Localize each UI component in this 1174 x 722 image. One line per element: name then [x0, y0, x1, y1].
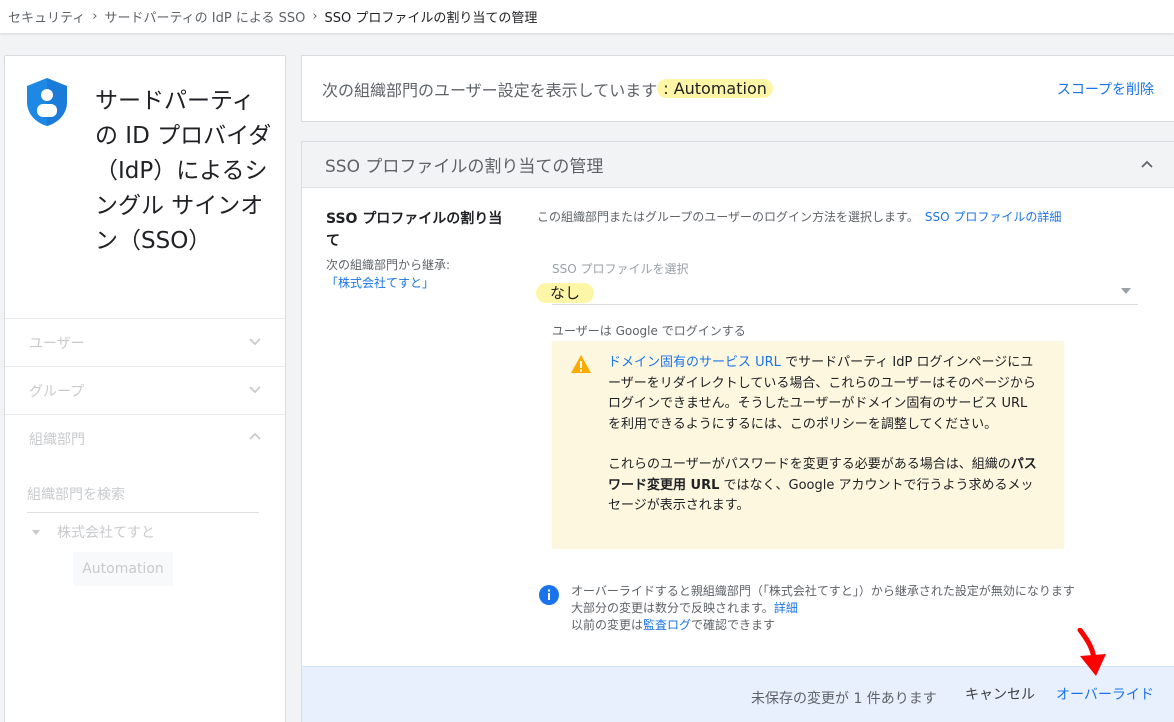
domain-service-url-link[interactable]: ドメイン固有のサービス URL [608, 355, 781, 370]
inherit-label: 次の組織部門から継承: [326, 258, 451, 272]
app-header: サードパーティの ID プロバイダ（IdP）によるシングル サインオン（SSO） [5, 56, 285, 318]
tree-item-label: 株式会社てすと [57, 525, 155, 541]
settings-card: SSO プロファイルの割り当ての管理 SSO プロファイルの割り当て 次の組織部… [301, 141, 1174, 722]
scope-org-highlight: : Automation [657, 79, 773, 98]
scope-banner: 次の組織部門のユーザー設定を表示しています : Automation スコープを… [301, 55, 1174, 122]
app-title: サードパーティの ID プロバイダ（IdP）によるシングル サインオン（SSO） [95, 88, 272, 254]
sidebar-item-users[interactable]: ユーザー [5, 318, 285, 366]
login-mode-label: ユーザーは Google でログインする [552, 324, 746, 338]
unsaved-changes-bar: 未保存の変更が 1 件あります キャンセル オーバーライド [302, 666, 1174, 722]
cancel-button[interactable]: キャンセル [965, 684, 1035, 704]
tree-item-automation[interactable]: Automation [73, 552, 173, 586]
sidebar-item-groups[interactable]: グループ [5, 366, 285, 414]
breadcrumb-third-party-sso[interactable]: サードパーティの IdP による SSO [104, 7, 305, 26]
breadcrumb: セキュリティ › サードパーティの IdP による SSO › SSO プロファ… [0, 0, 1174, 33]
chevron-right-icon: › [92, 9, 98, 24]
override-button[interactable]: オーバーライド [1056, 684, 1154, 704]
setting-description: この組織部門またはグループのユーザーのログイン方法を選択します。 SSO プロファ… [537, 208, 1061, 225]
info-line-3a: 以前の変更は [571, 618, 644, 632]
info-line-2-text: 大部分の変更は数分で反映されます。 [571, 601, 774, 615]
sso-profile-details-link[interactable]: SSO プロファイルの詳細 [925, 210, 1062, 224]
card-header[interactable]: SSO プロファイルの割り当ての管理 [302, 142, 1174, 188]
org-unit-search-input[interactable]: 組織部門を検索 [27, 484, 259, 513]
warning-box: ドメイン固有のサービス URL でサードパーティ IdP ログインページにユーザ… [552, 341, 1064, 549]
select-underline [552, 304, 1138, 305]
info-line-2: 大部分の変更は数分で反映されます。詳細 [571, 600, 1075, 617]
annotation-arrow-icon [1077, 628, 1106, 676]
sso-profile-select[interactable]: なし [536, 282, 595, 303]
scope-label: 次の組織部門のユーザー設定を表示しています [322, 80, 658, 100]
audit-log-link[interactable]: 監査ログ [643, 618, 691, 632]
tree-item-root[interactable]: 株式会社てすと [31, 522, 155, 542]
info-line-3: 以前の変更は監査ログで確認できます [571, 617, 1075, 634]
sidebar-item-label: ユーザー [29, 335, 85, 352]
chevron-down-icon [249, 338, 261, 346]
card-title: SSO プロファイルの割り当ての管理 [325, 157, 604, 177]
description-text: この組織部門またはグループのユーザーのログイン方法を選択します。 [537, 210, 919, 224]
setting-title: SSO プロファイルの割り当て [326, 211, 503, 249]
sidebar-item-label: グループ [29, 383, 85, 400]
warning-icon [571, 355, 591, 373]
sidebar: サードパーティの ID プロバイダ（IdP）によるシングル サインオン（SSO）… [4, 55, 286, 722]
info-line-3b: で確認できます [691, 618, 776, 632]
shield-user-icon [27, 78, 67, 126]
scope-colon: : [663, 79, 669, 98]
dropdown-arrow-icon[interactable] [1120, 287, 1132, 295]
select-label: SSO プロファイルを選択 [552, 262, 689, 276]
warning-text-2a: これらのユーザーがパスワードを変更する必要がある場合は、組織の [608, 457, 1011, 472]
info-icon [539, 585, 559, 605]
details-link[interactable]: 詳細 [774, 601, 798, 615]
chevron-down-icon [249, 386, 261, 394]
scope-org: Automation [673, 79, 767, 98]
select-value: なし [536, 283, 595, 303]
info-text: オーバーライドすると親組織部門（「株式会社てすと」）から継承された設定が無効にな… [571, 583, 1075, 634]
breadcrumb-current: SSO プロファイルの割り当ての管理 [324, 11, 538, 26]
info-line-1: オーバーライドすると親組織部門（「株式会社てすと」）から継承された設定が無効にな… [571, 584, 1075, 598]
remove-scope-button[interactable]: スコープを削除 [1057, 79, 1154, 99]
warning-paragraph-2: これらのユーザーがパスワードを変更する必要がある場合は、組織のパスワード変更用 … [608, 455, 1038, 517]
sidebar-item-org-units[interactable]: 組織部門 [5, 414, 285, 462]
chevron-up-icon [249, 432, 261, 440]
warning-paragraph-1: ドメイン固有のサービス URL でサードパーティ IdP ログインページにユーザ… [608, 353, 1038, 435]
sidebar-item-label: 組織部門 [29, 431, 85, 448]
inherit-ou-link[interactable]: 「株式会社てすと」 [326, 274, 434, 291]
breadcrumb-security[interactable]: セキュリティ [8, 7, 85, 26]
caret-down-icon[interactable] [31, 527, 41, 537]
chevron-right-icon: › [312, 9, 318, 24]
chevron-up-icon[interactable] [1140, 158, 1154, 172]
unsaved-count: 未保存の変更が 1 件あります [751, 691, 937, 707]
